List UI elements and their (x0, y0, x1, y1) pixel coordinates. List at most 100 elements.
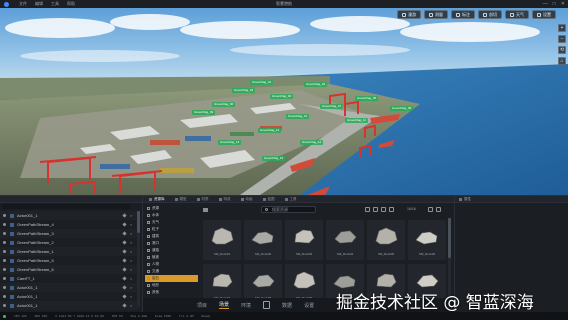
eye-icon[interactable] (3, 250, 6, 253)
outliner-row[interactable]: Actor001_1 × (0, 283, 138, 292)
category-item[interactable]: 粒子 (145, 226, 198, 233)
category-item[interactable]: 植被 (145, 254, 198, 261)
eye-icon[interactable] (3, 241, 6, 244)
asset-tile[interactable]: SM_Rock04 (326, 220, 364, 260)
tab-materials[interactable]: 材质 (196, 197, 209, 202)
delete-icon[interactable]: × (130, 267, 132, 272)
map-label[interactable]: GreenFlag_15 (262, 156, 286, 161)
outliner-row[interactable]: GreenPathStream_1 × (0, 247, 138, 256)
edit-icon[interactable] (122, 258, 127, 263)
tab-tools[interactable]: 工具 (284, 197, 297, 202)
maximize-button[interactable]: □ (553, 1, 556, 7)
list-view-icon[interactable] (389, 207, 394, 212)
dock-project[interactable]: 项目 (197, 302, 207, 309)
asset-tile[interactable]: SM_Rock05 (367, 220, 405, 260)
tab-animation[interactable]: 动画 (240, 197, 253, 202)
weather-button[interactable]: 天气 (505, 10, 529, 19)
menu-help[interactable]: 帮助 (67, 1, 75, 7)
outliner-row[interactable]: CamFT_1 × (0, 274, 138, 283)
delete-icon[interactable]: × (130, 276, 132, 281)
category-item[interactable]: 交通 (145, 268, 198, 275)
map-label[interactable]: GreenFlag_10 (286, 114, 310, 119)
scrollbar-thumb[interactable] (448, 218, 451, 258)
map-label[interactable]: GreenFlag_04 (270, 94, 294, 99)
map-label[interactable]: GreenFlag_14 (300, 140, 324, 145)
zoom-out-button[interactable]: − (558, 35, 566, 43)
tab-effects[interactable]: 特效 (218, 197, 231, 202)
outliner-row[interactable]: GreenPathStream_6 × (0, 265, 138, 274)
edit-icon[interactable] (122, 285, 127, 290)
tab-blueprint[interactable]: 蓝图 (262, 197, 275, 202)
delete-icon[interactable]: × (130, 222, 132, 227)
map-label[interactable]: GreenFlag_08 (390, 106, 414, 111)
map-label[interactable]: GreenFlag_11 (345, 118, 368, 123)
eye-icon[interactable] (3, 259, 6, 262)
map-label[interactable]: GreenFlag_05 (355, 96, 379, 101)
map-label[interactable]: GreenFlag_03 (232, 88, 256, 93)
outliner-row[interactable]: GreenPathStream_4 × (0, 220, 138, 229)
edit-icon[interactable] (122, 267, 127, 272)
scrollbar-thumb[interactable] (137, 211, 140, 233)
eye-icon[interactable] (3, 214, 6, 217)
eye-icon[interactable] (3, 268, 6, 271)
edit-icon[interactable] (122, 303, 127, 308)
delete-icon[interactable]: × (130, 285, 132, 290)
eye-icon[interactable] (3, 286, 6, 289)
delete-icon[interactable]: × (130, 294, 132, 299)
category-item[interactable]: 天气 (145, 219, 198, 226)
asset-tile[interactable]: SM_Rock01 (203, 220, 241, 260)
settings-button[interactable]: 设置 (532, 10, 556, 19)
zoom-in-button[interactable]: + (558, 24, 566, 32)
more-icon[interactable] (436, 207, 441, 212)
map-label[interactable]: GreenFlag_06 (212, 102, 236, 107)
menu-tools[interactable]: 工具 (51, 1, 59, 7)
document-icon[interactable] (263, 301, 271, 309)
eye-icon[interactable] (3, 277, 6, 280)
refresh-icon[interactable] (428, 207, 433, 212)
dock-environment[interactable]: 环境 (241, 302, 251, 309)
close-button[interactable]: ✕ (561, 1, 565, 7)
menu-edit[interactable]: 编辑 (35, 1, 43, 7)
category-item[interactable]: 其他 (145, 289, 198, 296)
measure-button[interactable]: 测量 (424, 10, 448, 19)
outliner-row[interactable]: GreenPathStream_5 × (0, 256, 138, 265)
outliner-row[interactable]: Actor001_1 × (0, 292, 138, 301)
category-item-selected[interactable]: 岩石 (145, 275, 198, 282)
section-button[interactable]: 剖切 (478, 10, 502, 19)
filter-icon[interactable] (365, 207, 370, 212)
asset-search-input[interactable]: 搜索资源 (261, 206, 316, 213)
menu-file[interactable]: 文件 (19, 1, 27, 7)
asset-tile[interactable]: SM_Rock03 (285, 220, 323, 260)
category-item[interactable]: 资源 (145, 205, 198, 212)
delete-icon[interactable]: × (130, 240, 132, 245)
delete-icon[interactable]: × (130, 249, 132, 254)
scene-viewport[interactable]: GreenFlag_01 GreenFlag_02 GreenFlag_03 G… (0, 8, 568, 195)
outliner-row[interactable]: Actor001_1 × (0, 301, 138, 310)
dock-settings[interactable]: 设置 (304, 302, 314, 309)
category-item[interactable]: 港口 (145, 240, 198, 247)
home-view-button[interactable]: ⌂ (558, 57, 566, 65)
map-label[interactable]: GreenFlag_13 (218, 140, 242, 145)
map-label[interactable]: GreenFlag_02 (304, 82, 328, 87)
tab-library[interactable]: 资源库 (149, 197, 165, 202)
walk-button[interactable]: 漫游 (397, 10, 421, 19)
edit-icon[interactable] (122, 222, 127, 227)
edit-icon[interactable] (122, 276, 127, 281)
delete-icon[interactable]: × (130, 258, 132, 263)
edit-icon[interactable] (122, 213, 127, 218)
rotate-button[interactable]: ⟲ (558, 46, 566, 54)
map-label[interactable]: GreenFlag_12 (258, 128, 282, 133)
category-item[interactable]: 道路 (145, 247, 198, 254)
asset-tile[interactable]: SM_Rock06 (408, 220, 446, 260)
outliner-row[interactable]: GreenPathStream_3 × (0, 229, 138, 238)
edit-icon[interactable] (122, 231, 127, 236)
annotate-button[interactable]: 标注 (451, 10, 475, 19)
edit-icon[interactable] (122, 249, 127, 254)
dock-scene[interactable]: 场景 (219, 301, 230, 309)
outliner-scrollbar[interactable] (137, 211, 140, 307)
sort-icon[interactable] (373, 207, 378, 212)
grid-view-icon[interactable] (381, 207, 386, 212)
map-label[interactable]: GreenFlag_09 (192, 110, 216, 115)
asset-tile[interactable]: SM_Rock02 (244, 220, 282, 260)
edit-icon[interactable] (122, 294, 127, 299)
